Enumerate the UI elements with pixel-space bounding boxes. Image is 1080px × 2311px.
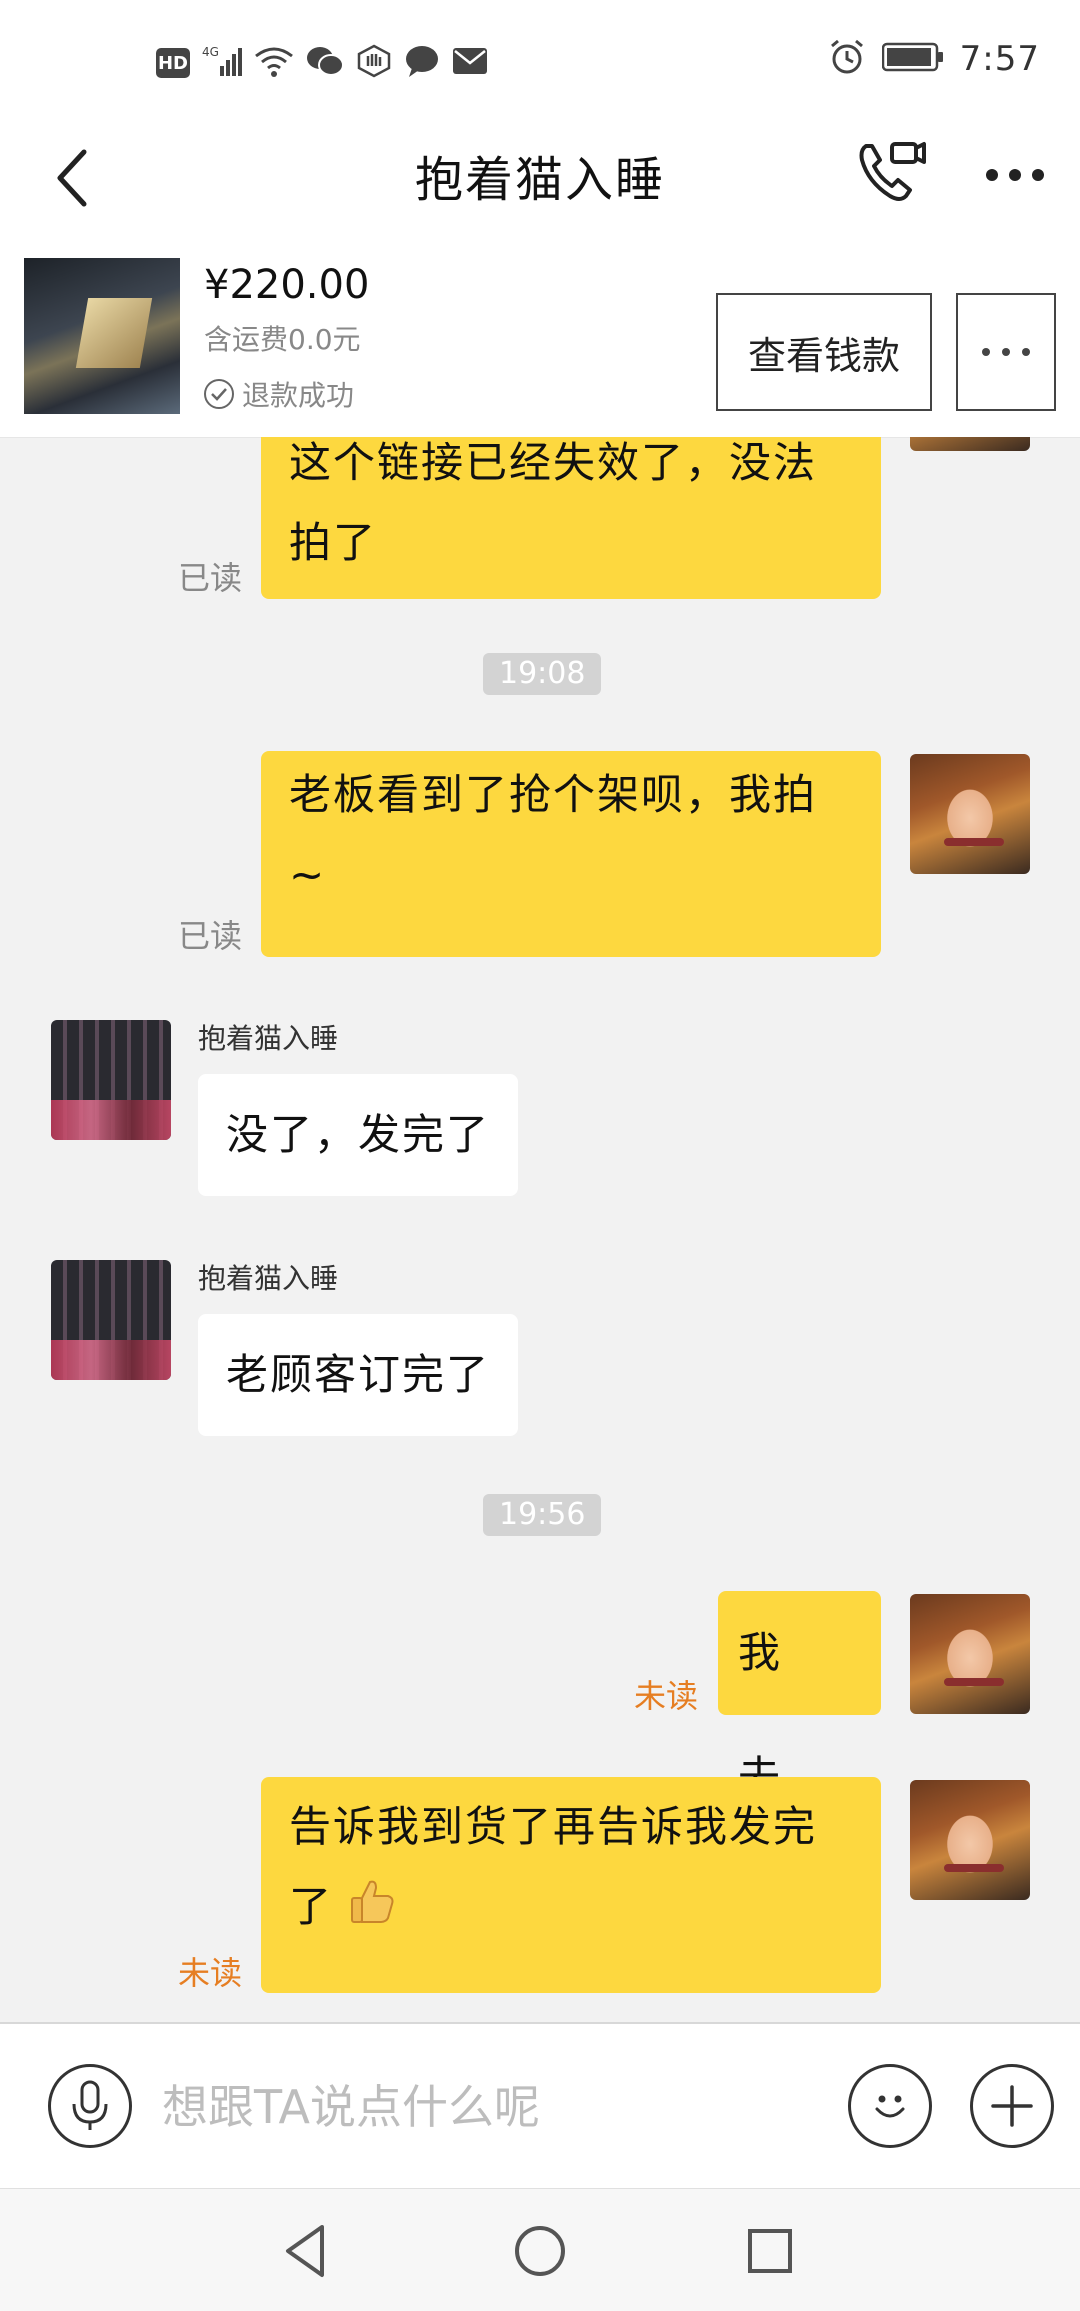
system-recents-button[interactable] <box>738 2219 802 2283</box>
my-avatar[interactable] <box>910 1594 1030 1714</box>
square-recents-icon <box>748 2229 792 2273</box>
more-actions-button[interactable] <box>970 2064 1054 2148</box>
hand-icon <box>356 44 392 82</box>
timestamp: 19:56 <box>483 1494 602 1536</box>
my-message-bubble[interactable]: 老板看到了抢个架呗，我拍 ~ <box>261 751 881 957</box>
call-button[interactable] <box>852 132 932 212</box>
product-price: ¥220.00 <box>204 262 370 308</box>
triangle-back-icon <box>286 2225 324 2277</box>
product-image[interactable] <box>24 258 180 414</box>
wifi-icon <box>254 44 294 82</box>
battery-icon <box>881 42 944 76</box>
my-message-bubble[interactable]: 告诉我到货了再告诉我发完 了 <box>261 1777 881 1993</box>
hd-badge: HD <box>156 48 190 78</box>
refund-status-label: 退款成功 <box>242 379 355 412</box>
system-back-button[interactable] <box>276 2219 340 2283</box>
more-options-button[interactable] <box>980 150 1050 200</box>
message-input-bar <box>0 2022 1080 2190</box>
microphone-icon <box>72 2080 108 2130</box>
wechat-icon <box>306 44 344 82</box>
read-status: 未读 <box>178 1954 243 1992</box>
message-text: 这个链接已经失效了，没法 <box>289 438 818 487</box>
chat-message-list[interactable]: 这个链接已经失效了，没法 拍了 已读 19:08 老板看到了抢个架呗，我拍 ~ … <box>0 437 1080 2022</box>
message-text: 了 <box>289 1882 334 1931</box>
read-status: 未读 <box>634 1677 699 1715</box>
emoji-button[interactable] <box>848 2064 932 2148</box>
message-text: 老板看到了抢个架呗，我拍 <box>289 770 818 819</box>
contact-avatar[interactable] <box>51 1020 171 1140</box>
message-input[interactable] <box>160 2060 824 2154</box>
sender-name: 抱着猫入睡 <box>198 1022 339 1055</box>
status-icons-right: 7:57 <box>828 38 1040 80</box>
read-status: 已读 <box>178 559 243 597</box>
voice-input-button[interactable] <box>48 2064 132 2148</box>
my-avatar[interactable] <box>910 754 1030 874</box>
clock-time: 7:57 <box>959 39 1040 79</box>
plus-icon <box>991 2085 1033 2127</box>
phone-video-icon <box>859 142 926 201</box>
status-icons-left: HD 4G <box>156 44 488 82</box>
my-avatar[interactable] <box>910 1780 1030 1900</box>
my-message-bubble[interactable]: 我去… <box>718 1591 881 1801</box>
message-icon <box>404 44 440 82</box>
circle-home-icon <box>515 2226 565 2276</box>
thumbs-up-icon <box>348 1870 396 1950</box>
view-payment-button[interactable]: 查看钱款 <box>716 293 932 411</box>
message-text: 告诉我到货了再告诉我发完 <box>289 1802 818 1851</box>
alarm-icon <box>828 38 866 80</box>
network-type-label: 4G <box>202 45 219 59</box>
sender-name: 抱着猫入睡 <box>198 1262 339 1295</box>
check-circle-icon <box>204 379 234 409</box>
contact-message-bubble[interactable]: 老顾客订完了 <box>198 1314 519 1436</box>
product-shipping: 含运费0.0元 <box>204 323 361 356</box>
mail-icon <box>452 46 488 80</box>
contact-avatar[interactable] <box>51 1260 171 1380</box>
chat-header: 抱着猫入睡 <box>0 110 1080 240</box>
message-text: ~ <box>289 850 327 899</box>
product-card: ¥220.00 含运费0.0元 退款成功 查看钱款 <box>0 240 1080 438</box>
contact-message-bubble[interactable]: 没了，发完了 <box>198 1074 519 1196</box>
message-text: 没了，发完了 <box>226 1110 491 1159</box>
message-text: 老顾客订完了 <box>226 1350 491 1399</box>
system-navigation-bar <box>0 2188 1080 2311</box>
message-text: 我去… <box>738 1628 824 1801</box>
my-message-bubble[interactable]: 这个链接已经失效了，没法 拍了 <box>261 437 881 599</box>
card-more-button[interactable] <box>956 293 1056 411</box>
more-dots-icon <box>982 348 1030 356</box>
status-bar: HD 4G 7:57 <box>0 0 1080 110</box>
refund-status: 退款成功 <box>204 374 354 414</box>
system-home-button[interactable] <box>508 2219 572 2283</box>
more-dots-icon <box>986 169 1044 181</box>
read-status: 已读 <box>178 917 243 955</box>
signal-icon: 4G <box>202 44 242 82</box>
timestamp: 19:08 <box>483 653 602 695</box>
my-avatar[interactable] <box>910 437 1030 451</box>
message-text: 拍了 <box>289 518 378 567</box>
smiley-icon <box>875 2095 905 2118</box>
